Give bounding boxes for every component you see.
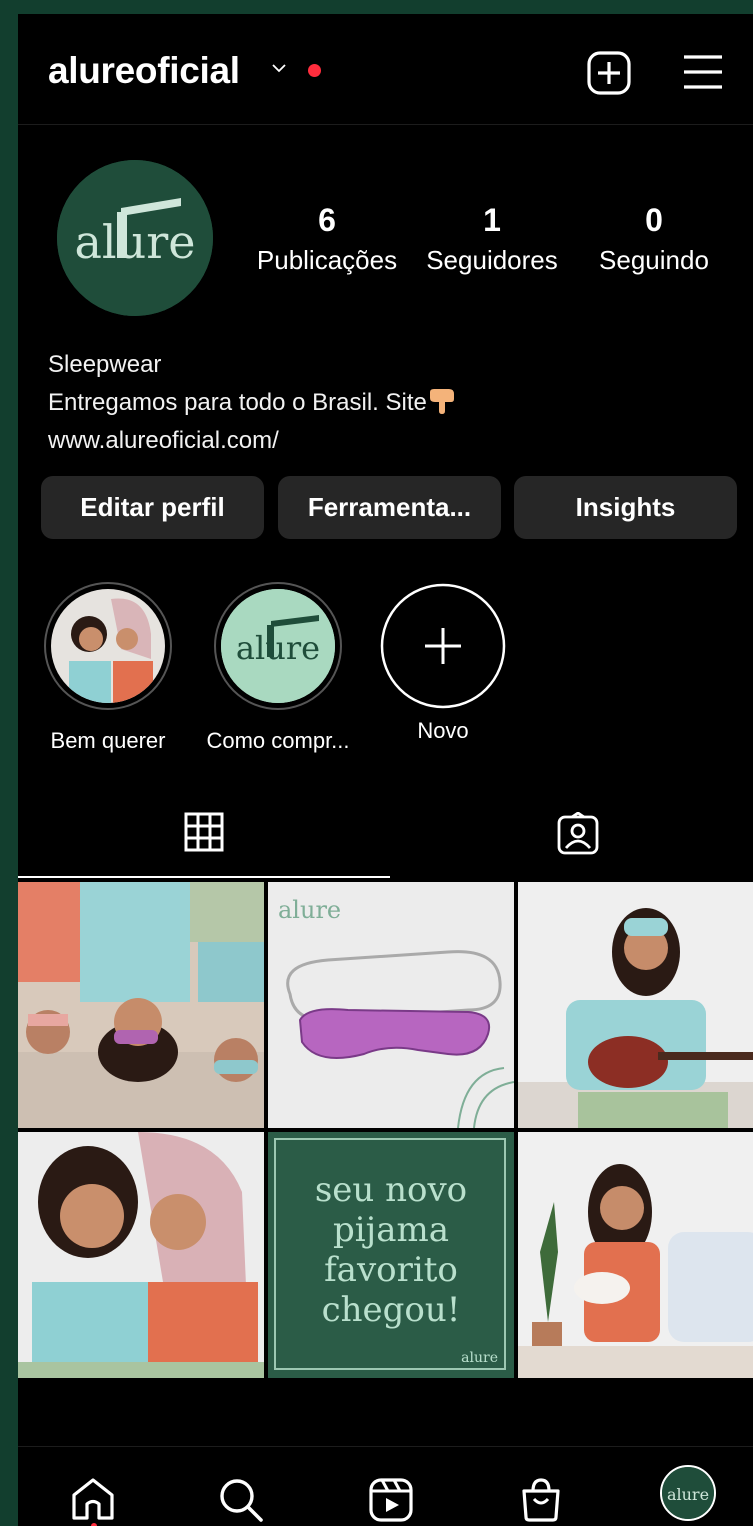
bio: Sleepwear Entregamos para todo o Brasil.… <box>48 346 457 460</box>
post-thumbnail[interactable] <box>18 882 264 1128</box>
insights-button[interactable]: Insights <box>514 476 737 539</box>
followers-count: 1 <box>483 202 501 238</box>
search-icon[interactable] <box>218 1477 264 1523</box>
posts-count: 6 <box>318 202 336 238</box>
highlight-ring <box>44 582 172 710</box>
post-quote: seu novo pijama favorito chegou! <box>314 1170 468 1330</box>
logo-text: alure <box>75 215 196 269</box>
following-count: 0 <box>645 202 663 238</box>
grid-icon[interactable] <box>184 812 224 852</box>
new-highlight-button[interactable]: Novo <box>376 582 510 744</box>
bio-line-2-text: Entregamos para todo o Brasil. Site <box>48 389 427 416</box>
post-thumbnail[interactable] <box>518 1132 753 1378</box>
edit-profile-button[interactable]: Editar perfil <box>41 476 264 539</box>
post-thumbnail[interactable] <box>18 1132 264 1378</box>
top-bar: alureoficial <box>18 14 753 124</box>
svg-text:alure: alure <box>236 629 320 667</box>
stat-following[interactable]: 0 Seguindo <box>590 202 718 276</box>
highlight-label: Como compr... <box>206 728 350 753</box>
stat-posts[interactable]: 6 Publicações <box>254 202 400 276</box>
svg-text:alure: alure <box>278 896 341 924</box>
post-logo: alure <box>461 1350 498 1366</box>
highlight-cover <box>51 589 165 703</box>
posts-label: Publicações <box>256 245 398 275</box>
svg-text:alure: alure <box>667 1485 709 1504</box>
post-thumbnail[interactable]: seu novo pijama favorito chegou! alure <box>268 1132 514 1378</box>
bottom-nav: alure <box>18 1446 753 1526</box>
profile-screen: alureoficial alure 6 Publicações 1 Segui… <box>18 14 753 1526</box>
tools-button[interactable]: Ferramenta... <box>278 476 501 539</box>
chevron-down-icon[interactable] <box>271 60 287 76</box>
home-icon[interactable] <box>70 1477 116 1521</box>
bio-link[interactable]: www.alureoficial.com/ <box>48 422 457 460</box>
profile-avatar[interactable]: alure <box>57 160 213 316</box>
divider <box>18 124 753 125</box>
tagged-icon[interactable] <box>556 812 600 856</box>
shop-icon[interactable] <box>518 1477 564 1523</box>
profile-avatar[interactable]: alure <box>660 1465 716 1521</box>
followers-label: Seguidores <box>426 245 558 275</box>
highlight-label: Novo <box>417 718 469 743</box>
menu-icon[interactable] <box>682 52 724 92</box>
highlight-label: Bem querer <box>50 728 166 753</box>
active-tab-indicator <box>18 876 390 878</box>
highlight-ring: alure <box>214 582 342 710</box>
highlight-como-comprar[interactable]: alure Como compr... <box>196 582 360 754</box>
bio-line-1: Sleepwear <box>48 351 162 378</box>
plus-icon <box>380 583 506 709</box>
highlight-bem-querer[interactable]: Bem querer <box>40 582 176 754</box>
new-post-icon[interactable] <box>586 50 632 96</box>
bio-line-2: Entregamos para todo o Brasil. Site <box>48 384 457 422</box>
notification-dot <box>308 64 321 77</box>
reels-icon[interactable] <box>368 1477 414 1523</box>
username[interactable]: alureoficial <box>48 50 240 92</box>
following-label: Seguindo <box>599 245 709 275</box>
pointing-down-emoji-icon <box>429 389 454 414</box>
highlight-cover: alure <box>221 589 335 703</box>
stat-followers[interactable]: 1 Seguidores <box>420 202 564 276</box>
post-thumbnail[interactable] <box>518 882 753 1128</box>
post-thumbnail[interactable]: alure <box>268 882 514 1128</box>
